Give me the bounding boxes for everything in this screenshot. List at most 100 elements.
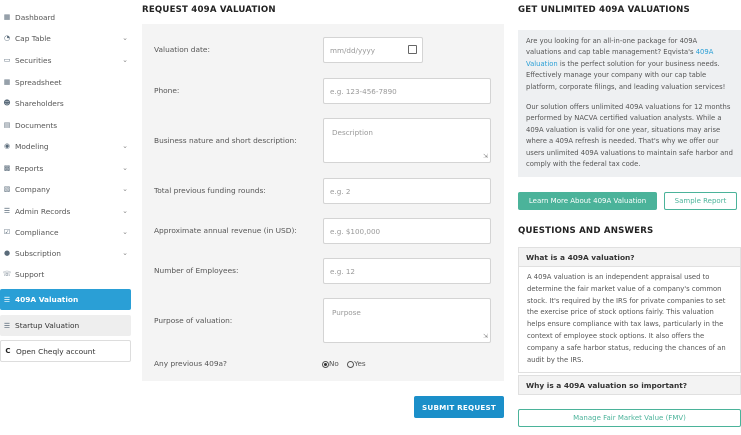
sidebar-item-spreadsheet[interactable]: ▦ Spreadsheet	[0, 72, 131, 92]
purpose-label: Purpose of valuation:	[154, 316, 233, 325]
faq-question-1[interactable]: What is a 409A valuation?	[518, 247, 741, 267]
radio-no[interactable]: No	[322, 359, 339, 368]
sidebar-item-documents[interactable]: ▤ Documents	[0, 115, 131, 135]
business-textarea[interactable]: Description ⇲	[323, 118, 491, 163]
sidebar-item-label: Subscription	[15, 248, 61, 258]
purpose-textarea[interactable]: Purpose ⇲	[323, 298, 491, 343]
employees-placeholder: e.g. 12	[330, 266, 355, 276]
resize-handle-icon[interactable]: ⇲	[483, 154, 488, 160]
sidebar-item-label: Spreadsheet	[15, 77, 62, 87]
manage-fmv-button[interactable]: Manage Fair Market Value (FMV)	[518, 409, 741, 427]
sidebar-item-409a-valuation[interactable]: ☰ 409A Valuation	[0, 289, 131, 310]
previous-409a-radio-group: No Yes	[322, 359, 366, 368]
sidebar-item-compliance[interactable]: ☑ Compliance ⌄	[0, 222, 131, 242]
funding-placeholder: e.g. 2	[330, 186, 351, 196]
sidebar-item-label: Dashboard	[15, 12, 56, 22]
phone-label: Phone:	[154, 86, 180, 95]
sidebar-item-startup-valuation[interactable]: ☰ Startup Valuation	[0, 315, 131, 336]
qa-title: QUESTIONS AND ANSWERS	[518, 226, 654, 236]
chevron-down-icon: ⌄	[122, 228, 128, 236]
learn-more-button[interactable]: Learn More About 409A Valuation	[518, 192, 657, 210]
sidebar-item-label: Cap Table	[15, 33, 51, 43]
chevron-down-icon: ⌄	[122, 142, 128, 150]
calendar-icon[interactable]	[408, 45, 417, 54]
info-text: Are you looking for an all-in-one packag…	[526, 37, 698, 57]
radio-no-label: No	[329, 359, 339, 368]
open-cheqly-account-button[interactable]: C Open Cheqly account	[0, 340, 131, 362]
sidebar-item-support[interactable]: ☏ Support	[0, 264, 131, 284]
sidebar-item-reports[interactable]: ▩ Reports ⌄	[0, 158, 131, 178]
sidebar-item-subscription[interactable]: ● Subscription ⌄	[0, 243, 131, 263]
revenue-placeholder: e.g. $100,000	[330, 226, 381, 236]
info-paragraph-1: Are you looking for an all-in-one packag…	[526, 36, 733, 93]
phone-input[interactable]: e.g. 123-456-7890	[323, 78, 491, 104]
resize-handle-icon[interactable]: ⇲	[483, 334, 488, 340]
open-cheqly-label: Open Cheqly account	[16, 346, 96, 356]
valuation-date-input[interactable]: mm/dd/yyyy	[323, 37, 423, 63]
funding-input[interactable]: e.g. 2	[323, 178, 491, 204]
valuation-date-label: Valuation date:	[154, 45, 210, 54]
info-paragraph-2: Our solution offers unlimited 409A valua…	[526, 103, 733, 169]
sidebar-item-company[interactable]: ▧ Company ⌄	[0, 179, 131, 199]
document-icon: ▭	[3, 56, 11, 64]
sidebar-item-label: Compliance	[15, 227, 59, 237]
sidebar-item-label: Support	[15, 269, 45, 279]
menu-icon: ☰	[3, 321, 11, 330]
employees-input[interactable]: e.g. 12	[323, 258, 491, 284]
sidebar-item-label: Company	[15, 184, 51, 194]
revenue-label: Approximate annual revenue (in USD):	[154, 226, 297, 235]
folder-icon: ▤	[3, 121, 11, 129]
faq-answer-1: A 409A valuation is an independent appra…	[518, 267, 741, 373]
sample-report-button[interactable]: Sample Report	[664, 192, 737, 210]
records-icon: ☰	[3, 207, 11, 215]
sidebar-item-label: Modeling	[15, 141, 49, 151]
sidebar-item-label: Admin Records	[15, 206, 71, 216]
building-icon: ▧	[3, 185, 11, 193]
dashboard-icon: ▦	[3, 13, 11, 21]
user-icon: ☻	[3, 99, 11, 107]
radio-yes[interactable]: Yes	[347, 359, 366, 368]
valuation-date-placeholder: mm/dd/yyyy	[330, 45, 375, 55]
checkbox-icon: ☑	[3, 228, 11, 236]
sidebar-item-label: Securities	[15, 55, 52, 65]
previous-409a-label: Any previous 409a?	[154, 359, 227, 368]
sidebar-item-label: Reports	[15, 163, 44, 173]
cheqly-logo-icon: C	[5, 347, 11, 355]
sidebar-item-label: Startup Valuation	[15, 321, 80, 330]
chevron-down-icon: ⌄	[122, 56, 128, 64]
chevron-down-icon: ⌄	[122, 207, 128, 215]
chevron-down-icon: ⌄	[122, 249, 128, 257]
revenue-input[interactable]: e.g. $100,000	[323, 218, 491, 244]
sidebar-item-label: Documents	[15, 120, 58, 130]
right-title: GET UNLIMITED 409A VALUATIONS	[518, 5, 690, 15]
radio-no-indicator[interactable]	[322, 360, 329, 368]
sidebar-item-securities[interactable]: ▭ Securities ⌄	[0, 50, 131, 70]
funding-label: Total previous funding rounds:	[154, 186, 266, 195]
chevron-down-icon: ⌄	[122, 34, 128, 42]
chevron-down-icon: ⌄	[122, 185, 128, 193]
faq-question-2[interactable]: Why is a 409A valuation so important?	[518, 375, 741, 395]
employees-label: Number of Employees:	[154, 266, 239, 275]
spreadsheet-icon: ▦	[3, 78, 11, 86]
sidebar-item-label: Shareholders	[15, 98, 64, 108]
reports-icon: ▩	[3, 164, 11, 172]
submit-request-button[interactable]: SUBMIT REQUEST	[414, 396, 504, 418]
sidebar-item-dashboard[interactable]: ▦ Dashboard	[0, 7, 131, 27]
phone-placeholder: e.g. 123-456-7890	[330, 86, 397, 96]
sidebar-item-shareholders[interactable]: ☻ Shareholders	[0, 93, 131, 113]
lightbulb-icon: ◉	[3, 142, 11, 150]
purpose-placeholder: Purpose	[332, 308, 361, 317]
info-box: Are you looking for an all-in-one packag…	[518, 30, 741, 177]
chevron-down-icon: ⌄	[122, 164, 128, 172]
radio-yes-indicator[interactable]	[347, 360, 355, 368]
dollar-icon: ●	[3, 249, 11, 257]
pie-chart-icon: ◔	[3, 34, 11, 42]
sidebar-item-label: 409A Valuation	[15, 295, 79, 304]
form-title: REQUEST 409A VALUATION	[142, 5, 276, 15]
business-label: Business nature and short description:	[154, 136, 297, 145]
radio-yes-label: Yes	[354, 359, 366, 368]
business-placeholder: Description	[332, 128, 373, 137]
sidebar-item-modeling[interactable]: ◉ Modeling ⌄	[0, 136, 131, 156]
sidebar-item-admin-records[interactable]: ☰ Admin Records ⌄	[0, 201, 131, 221]
sidebar-item-cap-table[interactable]: ◔ Cap Table ⌄	[0, 28, 131, 48]
